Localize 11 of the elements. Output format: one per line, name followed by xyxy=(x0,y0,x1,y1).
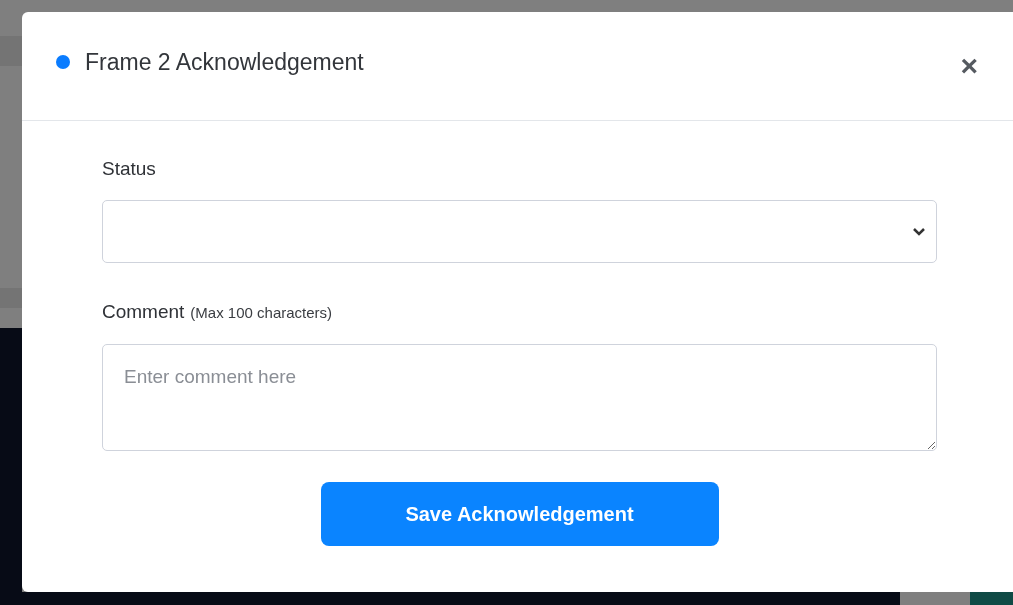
save-button[interactable]: Save Acknowledgement xyxy=(320,481,719,546)
dialog-title: Frame 2 Acknowledgement xyxy=(85,47,364,77)
background-band xyxy=(0,36,22,66)
field-label: Comment xyxy=(102,300,185,324)
field-hint: (Max 100 characters) xyxy=(190,303,333,323)
close-button[interactable]: × xyxy=(960,51,978,81)
background-band xyxy=(970,592,1013,605)
chevron-down-icon xyxy=(912,226,926,237)
field-label: Status xyxy=(102,157,156,181)
comment-field[interactable]: Enter comment here xyxy=(102,343,937,451)
background-band xyxy=(0,288,22,308)
